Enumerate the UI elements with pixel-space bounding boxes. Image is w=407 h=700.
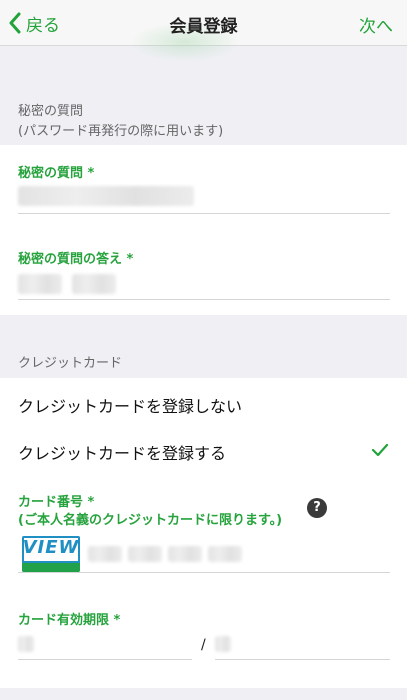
field-underline	[18, 572, 390, 573]
masked-value	[72, 274, 116, 294]
expiry-year-input[interactable]	[215, 628, 390, 660]
masked-value	[88, 546, 122, 562]
secret-answer-label: 秘密の質問の答え *	[18, 252, 134, 267]
field-underline	[18, 213, 390, 214]
secret-section-title: 秘密の質問	[18, 104, 84, 119]
secret-answer-input[interactable]	[18, 266, 390, 300]
view-card-logo: VIEW	[22, 536, 80, 572]
next-button[interactable]: 次へ	[359, 12, 393, 37]
expiry-month-input[interactable]	[18, 628, 192, 660]
masked-value	[18, 636, 34, 652]
page-title: 会員登録	[169, 17, 238, 37]
masked-value	[215, 636, 231, 652]
option-no-credit-card[interactable]: クレジットカードを登録しない	[18, 393, 242, 417]
masked-value	[18, 274, 62, 294]
expiry-separator: /	[201, 637, 206, 653]
secret-question-select[interactable]	[18, 178, 390, 214]
credit-section-title: クレジットカード	[18, 356, 123, 371]
masked-value	[208, 546, 242, 562]
card-number-label: カード番号 *	[18, 495, 95, 510]
field-underline	[18, 299, 390, 300]
masked-value	[168, 546, 202, 562]
card-number-note: (ご本人名義のクレジットカードに限ります。)	[18, 513, 283, 528]
masked-value	[18, 186, 194, 206]
field-underline	[18, 659, 192, 660]
option-register-credit-card[interactable]: クレジットカードを登録する	[18, 440, 226, 464]
help-icon[interactable]: ?	[307, 498, 327, 518]
secret-section-subtitle: (パスワード再発行の際に用います)	[18, 124, 224, 139]
field-underline	[215, 659, 390, 660]
card-number-input[interactable]	[86, 538, 390, 572]
checkmark-icon	[371, 443, 389, 457]
card-expiry-label: カード有効期限 *	[18, 613, 121, 628]
masked-value	[128, 546, 162, 562]
